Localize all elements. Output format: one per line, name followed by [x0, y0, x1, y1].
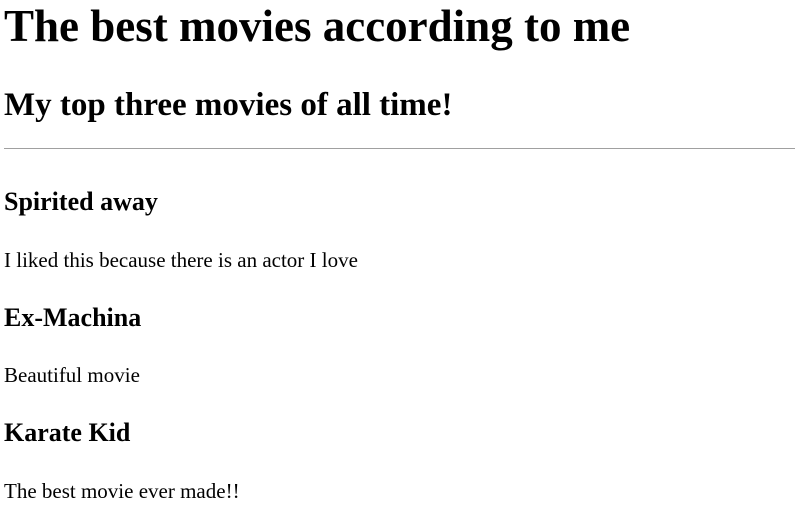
- page-subtitle: My top three movies of all time!: [4, 87, 453, 123]
- movie-description-spirited-away: I liked this because there is an actor I…: [4, 248, 358, 272]
- movie-title-ex-machina: Ex-Machina: [4, 303, 142, 332]
- movie-description-karate-kid: The best movie ever made!!: [4, 479, 240, 503]
- page-title: The best movies according to me: [4, 1, 631, 51]
- movie-title-spirited-away: Spirited away: [4, 187, 158, 216]
- movie-title-karate-kid: Karate Kid: [4, 418, 131, 447]
- section-divider: [4, 148, 795, 149]
- movie-description-ex-machina: Beautiful movie: [4, 363, 140, 387]
